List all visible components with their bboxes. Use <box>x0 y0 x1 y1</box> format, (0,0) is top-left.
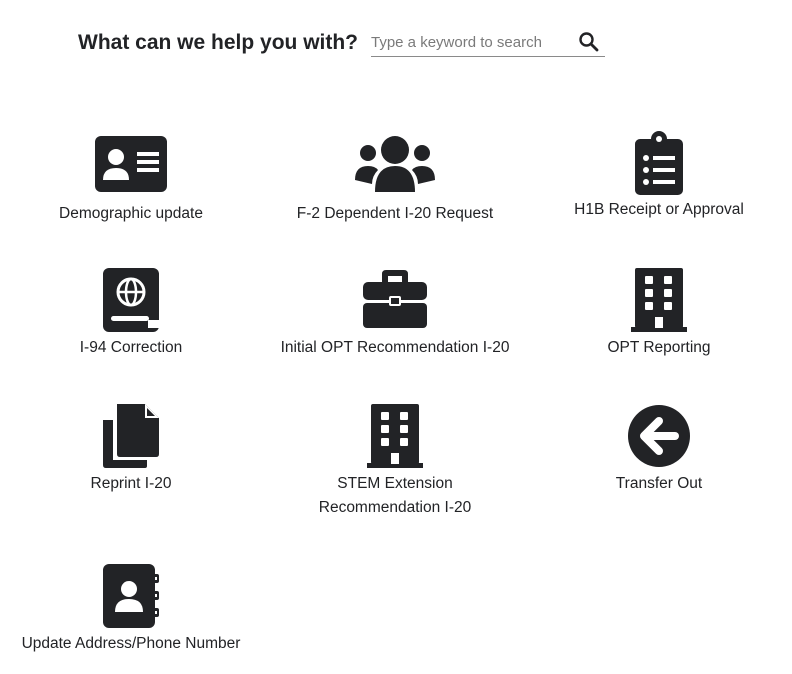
clipboard-list-icon <box>527 130 791 198</box>
tile-i94-correction[interactable]: I-94 Correction <box>0 268 263 360</box>
tile-label: Reprint I-20 <box>90 475 172 492</box>
search-icon[interactable] <box>577 30 601 54</box>
passport-icon <box>0 268 263 332</box>
tile-label: I-94 Correction <box>79 339 183 356</box>
tile-label: OPT Reporting <box>607 339 711 356</box>
building-icon <box>527 268 791 332</box>
header: What can we help you with? <box>78 28 358 58</box>
search-box[interactable] <box>371 28 605 57</box>
id-card-icon <box>0 134 263 198</box>
tile-stem-extension[interactable]: STEM Extension Recommendation I-20 <box>263 404 527 520</box>
tile-update-address[interactable]: Update Address/Phone Number <box>0 564 263 656</box>
briefcase-icon <box>263 268 527 332</box>
page-title: What can we help you with? <box>78 31 359 54</box>
address-book-icon <box>0 564 263 628</box>
search-input[interactable] <box>371 31 571 53</box>
building-icon <box>263 404 527 468</box>
tile-label: Demographic update <box>59 205 203 222</box>
tile-opt-reporting[interactable]: OPT Reporting <box>527 268 791 360</box>
copy-icon <box>0 404 263 468</box>
tile-demographic-update[interactable]: Demographic update <box>0 134 263 226</box>
tile-initial-opt[interactable]: Initial OPT Recommendation I-20 <box>263 268 527 360</box>
tile-label-line1: STEM Extension <box>337 475 453 492</box>
tile-reprint-i20[interactable]: Reprint I-20 <box>0 404 263 496</box>
tile-label: F-2 Dependent I-20 Request <box>296 205 494 222</box>
tile-label: Initial OPT Recommendation I-20 <box>280 339 510 356</box>
tile-h1b-receipt[interactable]: H1B Receipt or Approval <box>527 130 791 222</box>
users-icon <box>263 134 527 198</box>
tile-label: Update Address/Phone Number <box>21 635 241 652</box>
tile-label-line2: Recommendation I-20 <box>318 499 472 516</box>
tile-label: Transfer Out <box>615 475 703 492</box>
tile-transfer-out[interactable]: Transfer Out <box>527 404 791 496</box>
arrow-circle-left-icon <box>527 404 791 468</box>
tile-f2-dependent[interactable]: F-2 Dependent I-20 Request <box>263 134 527 226</box>
tile-label: H1B Receipt or Approval <box>574 201 744 218</box>
